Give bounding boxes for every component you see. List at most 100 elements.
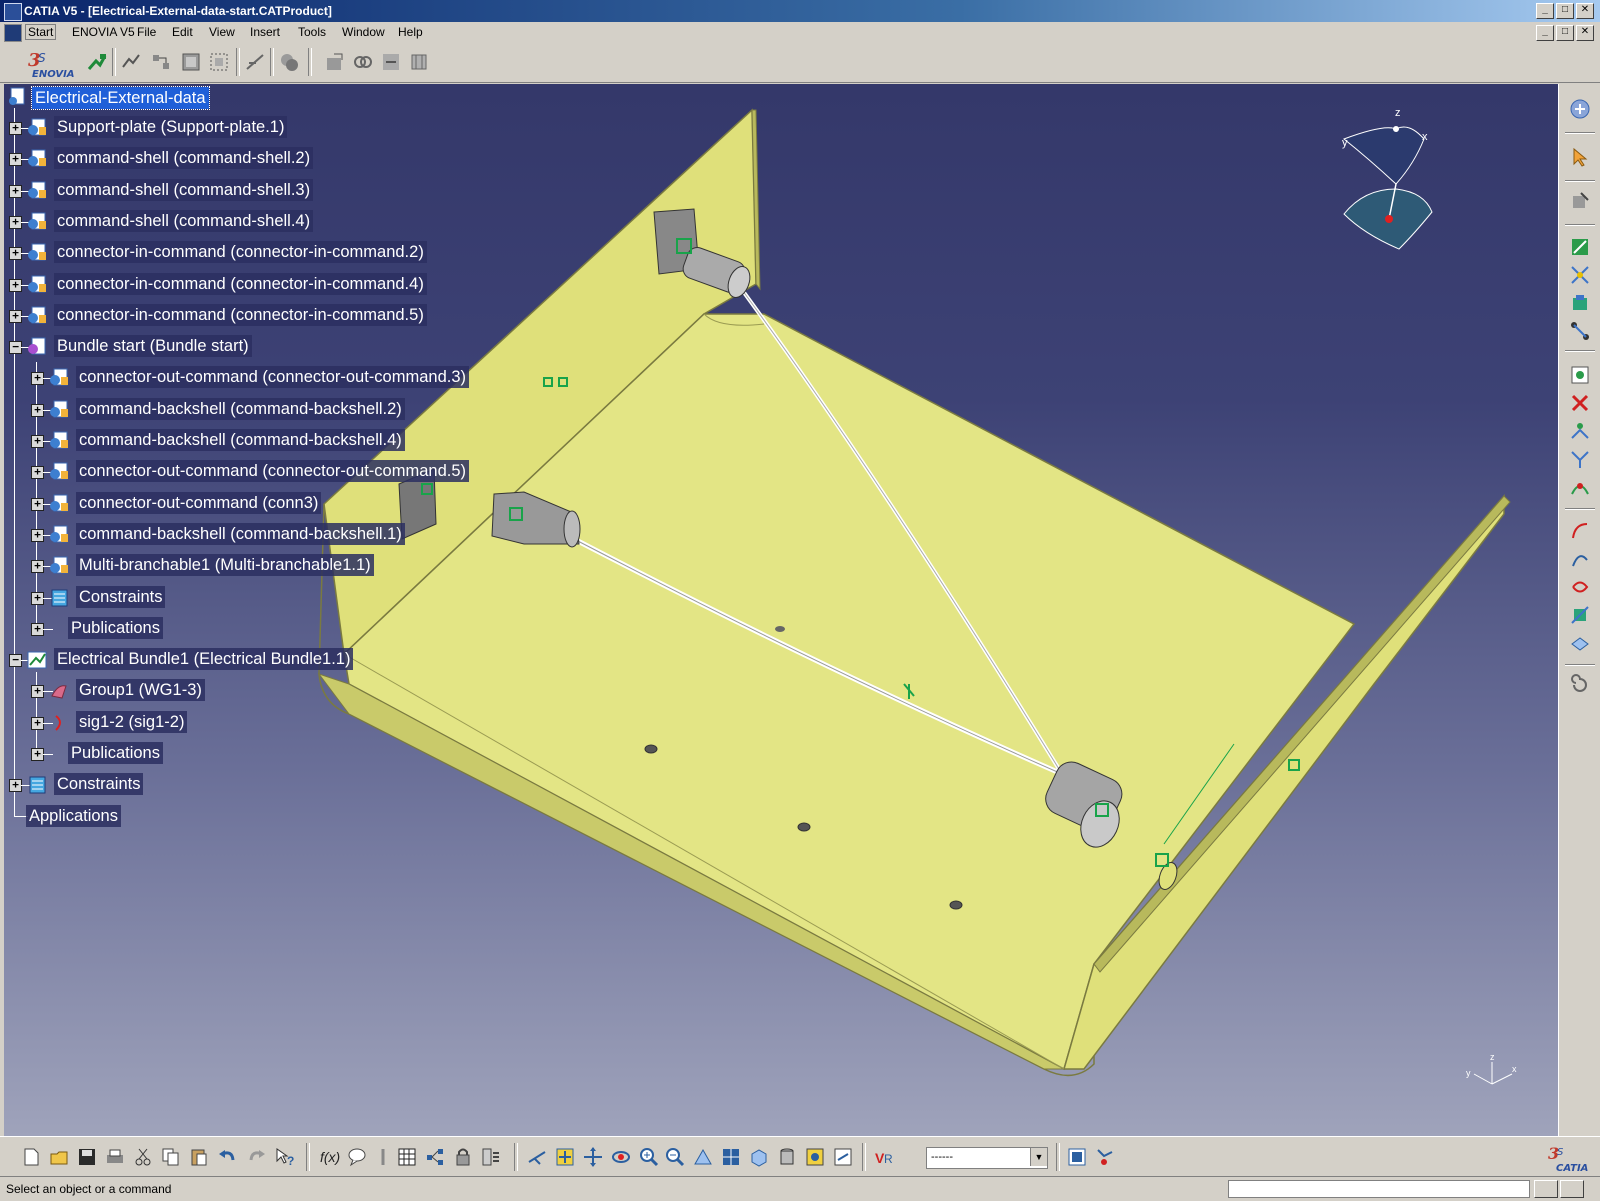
route-def-icon[interactable]: [1569, 476, 1591, 498]
merge-icon[interactable]: [1569, 448, 1591, 470]
manage-icon[interactable]: [480, 1146, 502, 1168]
protection-icon[interactable]: [180, 51, 202, 73]
fit-all-icon[interactable]: [554, 1146, 576, 1168]
menu-start[interactable]: Start: [24, 24, 57, 40]
enovia-logo[interactable]: 3 S ENOVIA: [24, 46, 76, 80]
normal-view-icon[interactable]: [692, 1146, 714, 1168]
curve-icon[interactable]: [1569, 520, 1591, 542]
catalog-icon[interactable]: [1569, 190, 1591, 212]
chevron-down-icon[interactable]: ▼: [1030, 1148, 1047, 1166]
document-icon[interactable]: [4, 24, 22, 42]
tree-item-label[interactable]: connector-in-command (connector-in-comma…: [54, 241, 427, 264]
doc-minimize-button[interactable]: _: [1536, 25, 1554, 41]
comment-icon[interactable]: [346, 1146, 368, 1168]
component-icon[interactable]: [26, 117, 48, 139]
menu-tools[interactable]: Tools: [298, 25, 326, 39]
tree-item-label[interactable]: Publications: [68, 616, 163, 639]
product-icon[interactable]: [6, 86, 28, 108]
iso-view-icon[interactable]: [748, 1146, 770, 1168]
component-icon[interactable]: [48, 461, 70, 483]
tree-item-label[interactable]: Applications: [26, 804, 121, 827]
export-icon[interactable]: [380, 51, 402, 73]
flatten-icon[interactable]: [244, 51, 266, 73]
component-icon[interactable]: [26, 211, 48, 233]
component-icon[interactable]: [26, 274, 48, 296]
minimize-button[interactable]: _: [1536, 3, 1554, 19]
workbench-icon[interactable]: [86, 51, 108, 73]
layer-icon[interactable]: [1569, 632, 1591, 654]
menu-enovia[interactable]: ENOVIA V5: [72, 25, 135, 39]
protective-cover-icon[interactable]: [1569, 604, 1591, 626]
network-icon[interactable]: [1569, 320, 1591, 342]
redo-icon[interactable]: [246, 1146, 268, 1168]
remove-point-icon[interactable]: [1569, 392, 1591, 414]
zoom-in-icon[interactable]: [638, 1146, 660, 1168]
wrap-icon[interactable]: [1569, 576, 1591, 598]
menu-view[interactable]: View: [209, 25, 235, 39]
graph-icon[interactable]: [424, 1146, 446, 1168]
tree-item-label[interactable]: connector-out-command (connector-out-com…: [76, 366, 470, 389]
cut-icon[interactable]: [132, 1146, 154, 1168]
catia-app-icon[interactable]: [4, 3, 22, 21]
menu-file[interactable]: File: [137, 25, 156, 39]
tree-item-label[interactable]: Multi-branchable1 (Multi-branchable1.1): [76, 554, 374, 577]
tree-item-label[interactable]: command-shell (command-shell.2): [54, 147, 314, 170]
save-icon[interactable]: [76, 1146, 98, 1168]
tree-root-label[interactable]: Electrical-External-data: [31, 86, 210, 110]
tree-item-label[interactable]: command-backshell (command-backshell.4): [76, 429, 405, 451]
menu-help[interactable]: Help: [398, 25, 423, 39]
route-icon[interactable]: [150, 51, 172, 73]
component-icon[interactable]: [48, 680, 70, 702]
component-icon[interactable]: [26, 180, 48, 202]
status-option-button-2[interactable]: [1560, 1180, 1584, 1198]
catalog-browser-icon[interactable]: [1066, 1146, 1088, 1168]
tree-item-label[interactable]: Electrical Bundle1 (Electrical Bundle1.1…: [54, 648, 354, 671]
tree-item-label[interactable]: Group1 (WG1-3): [76, 679, 205, 702]
maximize-button[interactable]: □: [1556, 3, 1574, 19]
status-option-button[interactable]: [1534, 1180, 1558, 1198]
constraints-icon[interactable]: [26, 774, 48, 796]
component-icon[interactable]: [26, 148, 48, 170]
table-icon[interactable]: [396, 1146, 418, 1168]
power-input[interactable]: [1228, 1180, 1530, 1198]
snap-icon[interactable]: [1094, 1146, 1116, 1168]
menu-insert[interactable]: Insert: [250, 25, 280, 39]
properties-icon[interactable]: [208, 51, 230, 73]
constraints-icon[interactable]: [48, 587, 70, 609]
copy-icon[interactable]: [160, 1146, 182, 1168]
whats-this-icon[interactable]: ?: [274, 1146, 296, 1168]
tree-item-label[interactable]: command-shell (command-shell.3): [54, 178, 314, 201]
component-icon[interactable]: [48, 712, 70, 734]
shading-icon[interactable]: [776, 1146, 798, 1168]
tree-item-label[interactable]: Constraints: [76, 585, 166, 608]
menu-window[interactable]: Window: [342, 25, 385, 39]
compass[interactable]: z x y: [1342, 107, 1433, 250]
paste-icon[interactable]: [188, 1146, 210, 1168]
component-icon[interactable]: [48, 555, 70, 577]
3d-viewport[interactable]: z x y z y x Electrical-External-data + Su…: [4, 84, 1558, 1136]
undo-icon[interactable]: [216, 1146, 238, 1168]
tree-item-label[interactable]: Bundle start (Bundle start): [54, 335, 252, 358]
swap-space-icon[interactable]: [832, 1146, 854, 1168]
formula-icon[interactable]: f(x): [318, 1146, 340, 1168]
zoom-out-icon[interactable]: [664, 1146, 686, 1168]
doc-close-button[interactable]: ✕: [1576, 25, 1594, 41]
pan-icon[interactable]: [582, 1146, 604, 1168]
tree-item-label[interactable]: command-backshell (command-backshell.1): [76, 522, 405, 545]
workbench-switch-icon[interactable]: [1569, 98, 1591, 120]
print-icon[interactable]: [104, 1146, 126, 1168]
component-icon[interactable]: [26, 242, 48, 264]
add-point-icon[interactable]: [1569, 364, 1591, 386]
analyze-icon[interactable]: [278, 51, 300, 73]
tree-item-label[interactable]: sig1-2 (sig1-2): [76, 710, 188, 733]
import-icon[interactable]: [324, 51, 346, 73]
multi-view-icon[interactable]: [720, 1146, 742, 1168]
branch-icon[interactable]: [120, 51, 142, 73]
open-icon[interactable]: [48, 1146, 70, 1168]
tree-item-label[interactable]: Publications: [68, 742, 163, 764]
tree-item-label[interactable]: connector-out-command (connector-out-com…: [76, 460, 470, 483]
bundle-segment-icon[interactable]: [1569, 236, 1591, 258]
component-icon[interactable]: [26, 305, 48, 327]
component-icon[interactable]: [26, 649, 48, 671]
tree-item-label[interactable]: command-shell (command-shell.4): [54, 209, 314, 232]
